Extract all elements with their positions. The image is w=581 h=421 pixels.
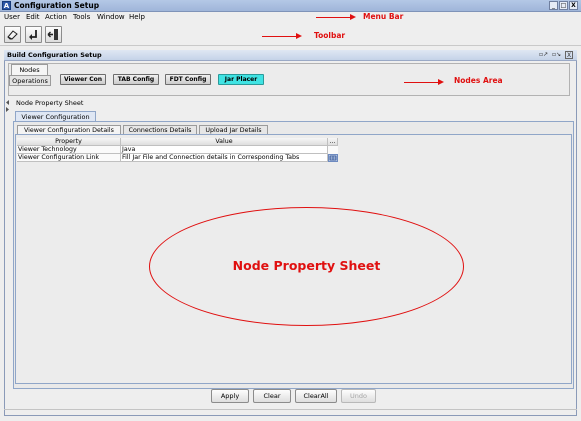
- table-row[interactable]: Viewer Technology Java: [17, 146, 338, 154]
- menu-action[interactable]: Action: [45, 13, 67, 21]
- node-property-sheet-title: Node Property Sheet: [16, 99, 84, 107]
- exit-door-icon: [47, 29, 58, 40]
- undo-arrow-icon: [29, 30, 37, 40]
- nodes-area-annotation-arrowhead: [438, 79, 444, 85]
- row-value-cell[interactable]: Java: [121, 146, 328, 154]
- splitter-arrow-icon: [6, 100, 9, 112]
- table-cell-icon: [329, 155, 337, 161]
- minimize-button[interactable]: _: [549, 1, 558, 10]
- toolbar-annotation-arrowhead: [296, 33, 302, 39]
- app-logo-icon: A: [2, 1, 11, 10]
- row-property-cell: Viewer Configuration Link: [17, 154, 121, 162]
- clear-all-button[interactable]: ClearAll: [295, 389, 337, 403]
- menu-tools[interactable]: Tools: [73, 13, 90, 21]
- toolbar-annotation-arrow: [262, 36, 298, 37]
- menu-user[interactable]: User: [4, 13, 20, 21]
- maximize-button[interactable]: □: [559, 1, 568, 10]
- tab-operations[interactable]: Operations: [9, 75, 51, 86]
- toolbar: [0, 24, 581, 46]
- table-cell-editor-button[interactable]: [328, 154, 338, 162]
- menu-edit[interactable]: Edit: [26, 13, 40, 21]
- eraser-icon: [7, 30, 18, 40]
- status-bar: [4, 409, 577, 416]
- table-header-row: Property Value ...: [17, 138, 338, 146]
- eraser-button[interactable]: [4, 26, 21, 43]
- node-tab-config-button[interactable]: TAB Config: [113, 74, 159, 85]
- menu-help[interactable]: Help: [129, 13, 145, 21]
- menu-window[interactable]: Window: [97, 13, 125, 21]
- tab-nodes[interactable]: Nodes: [11, 64, 48, 75]
- frame-restore-button[interactable]: ▫↗: [539, 51, 548, 59]
- row-value-cell[interactable]: Fill Jar File and Connection details in …: [121, 154, 328, 162]
- column-header-value: Value: [121, 138, 328, 146]
- window-title: Configuration Setup: [14, 1, 100, 10]
- toolbar-annotation: Toolbar: [314, 31, 346, 40]
- menu-bar: User Edit Action Tools Window Help: [0, 12, 581, 24]
- exit-button[interactable]: [45, 26, 62, 43]
- frame-close-button[interactable]: X: [565, 51, 573, 59]
- clear-button[interactable]: Clear: [253, 389, 291, 403]
- node-fdt-config-button[interactable]: FDT Config: [165, 74, 211, 85]
- title-bar: A Configuration Setup _ □ X: [0, 0, 581, 12]
- splitter-arrows[interactable]: [5, 99, 11, 113]
- frame-title: Build Configuration Setup: [7, 51, 102, 59]
- nodes-area-annotation: Nodes Area: [454, 76, 503, 85]
- node-jar-placer-button[interactable]: Jar Placer: [218, 74, 264, 85]
- table-row[interactable]: Viewer Configuration Link Fill Jar File …: [17, 154, 338, 162]
- apply-button[interactable]: Apply: [211, 389, 249, 403]
- menu-bar-annotation: Menu Bar: [363, 12, 404, 21]
- undo-action-button[interactable]: Undo: [341, 389, 376, 403]
- column-header-more[interactable]: ...: [328, 138, 338, 146]
- node-viewer-con-button[interactable]: Viewer Con: [60, 74, 106, 85]
- undo-button[interactable]: [25, 26, 42, 43]
- column-header-property: Property: [17, 138, 121, 146]
- nodes-area-annotation-arrow: [404, 82, 440, 83]
- menu-bar-annotation-arrow: [316, 17, 352, 18]
- frame-title-bar: Build Configuration Setup ▫↗ ▫↘ X: [4, 50, 577, 61]
- row-property-cell: Viewer Technology: [17, 146, 121, 154]
- frame-maximize-button[interactable]: ▫↘: [552, 51, 561, 59]
- node-property-sheet-annotation: Node Property Sheet: [232, 258, 381, 273]
- menu-bar-annotation-arrowhead: [350, 14, 356, 20]
- close-button[interactable]: X: [569, 1, 578, 10]
